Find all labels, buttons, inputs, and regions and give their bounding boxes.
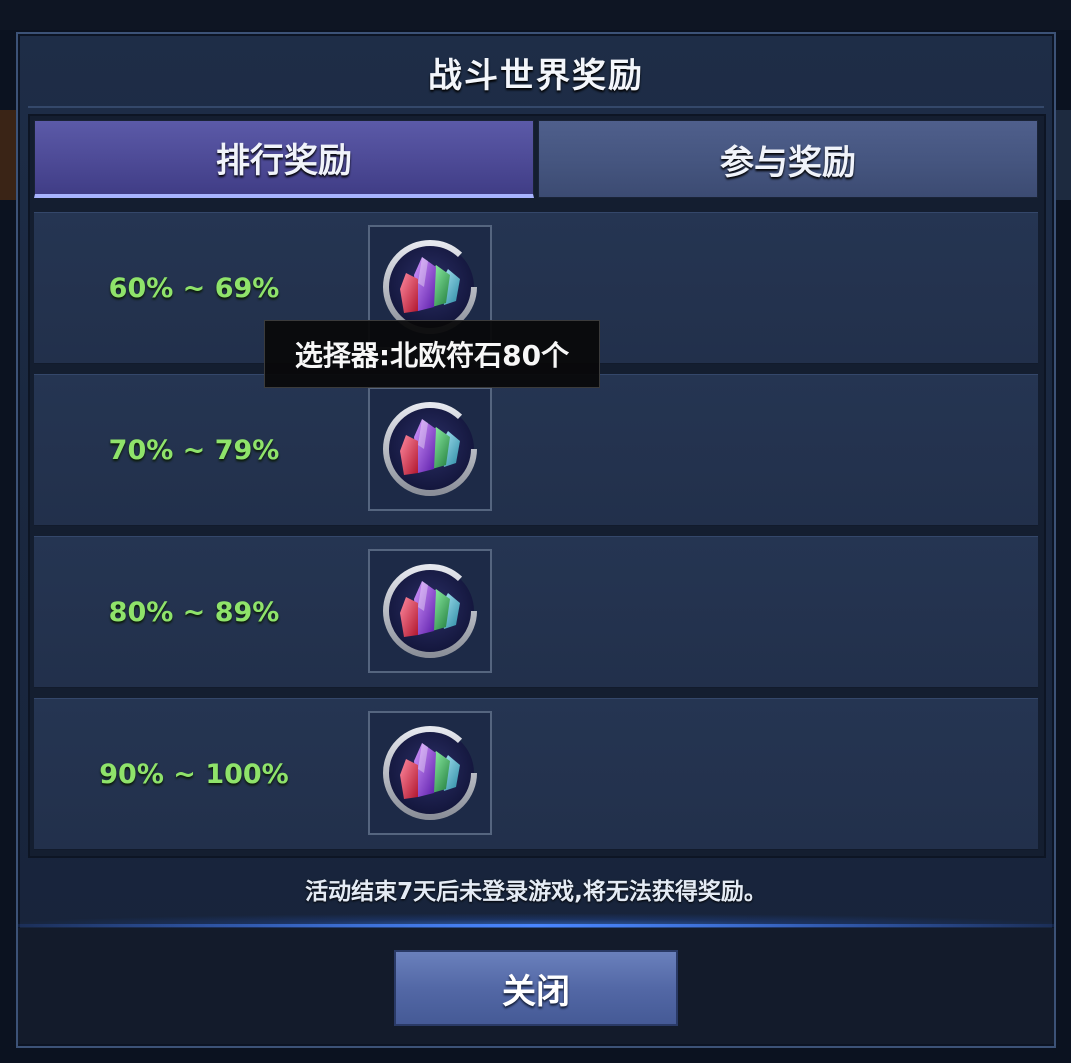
footer-divider (18, 924, 1054, 927)
rank-range-label: 70% ~ 79% (108, 434, 280, 466)
expiry-notice: 活动结束7天后未登录游戏,将无法获得奖励。 (305, 879, 767, 905)
dialog-title: 战斗世界奖励 (428, 56, 644, 96)
rune-crystals-icon (370, 713, 490, 833)
background-top-bar (0, 0, 1071, 30)
reward-item-slot[interactable] (368, 387, 492, 511)
reward-row: 90% ~ 100% (34, 698, 1038, 850)
rank-range-label: 80% ~ 89% (108, 596, 280, 628)
rune-crystals-icon (370, 551, 490, 671)
reward-item-slot[interactable] (368, 711, 492, 835)
close-button[interactable]: 关闭 (394, 950, 678, 1026)
reward-row: 80% ~ 89% (34, 536, 1038, 688)
item-tooltip: 选择器:北欧符石80个 (264, 320, 600, 388)
battle-world-rewards-dialog: 战斗世界奖励 排行奖励 参与奖励 60% ~ 69% 70% ~ 79% 80%… (16, 32, 1056, 1048)
rewards-panel: 排行奖励 参与奖励 60% ~ 69% 70% ~ 79% 80% ~ 89% (28, 114, 1046, 858)
tab-ranking-rewards[interactable]: 排行奖励 (34, 120, 534, 198)
tab-bar: 排行奖励 参与奖励 (34, 120, 1038, 198)
rank-range-label: 90% ~ 100% (99, 758, 289, 790)
tab-participation-rewards[interactable]: 参与奖励 (538, 120, 1038, 198)
reward-row: 70% ~ 79% (34, 374, 1038, 526)
title-divider (28, 106, 1044, 108)
background-left-panel (0, 110, 16, 200)
reward-item-slot[interactable] (368, 549, 492, 673)
rune-crystals-icon (370, 389, 490, 509)
reward-list: 60% ~ 69% 70% ~ 79% 80% ~ 89% 90% ~ 100% (34, 212, 1038, 860)
